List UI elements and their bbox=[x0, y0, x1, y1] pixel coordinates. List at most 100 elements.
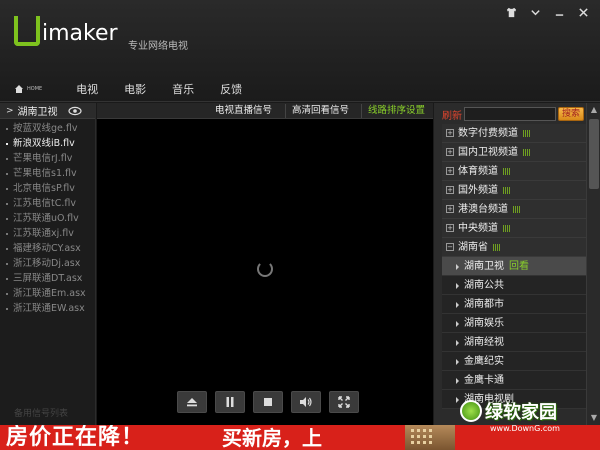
volume-button[interactable] bbox=[291, 391, 321, 413]
menu-button[interactable] bbox=[524, 4, 546, 20]
chevron-down-icon bbox=[530, 9, 540, 15]
bullet-icon bbox=[6, 172, 8, 175]
expand-icon[interactable]: + bbox=[446, 205, 454, 213]
watermark-brand: 绿软家园 bbox=[485, 402, 557, 423]
source-file-list: 按蓝双线ge.flv 新浪双线iB.flv 芒果电信rJ.flv 芒果电信s1.flv… bbox=[0, 119, 95, 316]
channel-panel: 刷新 搜索 + 数字付费频道 + 国内卫视频道 + 体育频道 + 国外频道 + 港澳台频道 + 中央频… bbox=[434, 103, 600, 425]
signal-bars-icon bbox=[523, 129, 530, 137]
channel-category[interactable]: + 港澳台频道 bbox=[442, 200, 586, 219]
channel-label: 湖南都市 bbox=[464, 299, 504, 310]
expand-icon[interactable]: + bbox=[446, 129, 454, 137]
channel-label: 湖南卫视 bbox=[464, 261, 504, 272]
category-label: 体育频道 bbox=[458, 165, 498, 177]
channel-item[interactable]: 湖南都市 bbox=[442, 295, 586, 314]
source-file-item[interactable]: 浙江联通Em.asx bbox=[0, 286, 95, 301]
channel-category[interactable]: + 中央频道 bbox=[442, 219, 586, 238]
video-player[interactable]: 电视直播信号 高清回看信号 线路排序设置 bbox=[97, 103, 433, 425]
nav-home[interactable]: HOME bbox=[14, 84, 42, 94]
scroll-thumb[interactable] bbox=[589, 119, 599, 189]
channel-label: 湖南经视 bbox=[464, 337, 504, 348]
source-file-item[interactable]: 江苏联通uO.flv bbox=[0, 211, 95, 226]
pause-icon bbox=[226, 397, 234, 407]
channel-category[interactable]: + 体育频道 bbox=[442, 162, 586, 181]
expand-icon[interactable]: + bbox=[446, 167, 454, 175]
channel-item[interactable]: 金鹰卡通 bbox=[442, 371, 586, 390]
collapse-icon[interactable]: − bbox=[446, 243, 454, 251]
fullscreen-button[interactable] bbox=[329, 391, 359, 413]
nav-feedback[interactable]: 反馈 bbox=[220, 81, 242, 97]
channel-scrollbar[interactable]: ▲ ▼ bbox=[586, 103, 600, 425]
channel-search-input[interactable] bbox=[464, 107, 556, 121]
collapse-arrow-icon[interactable]: > bbox=[6, 106, 14, 116]
app-header: imaker 专业网络电视 HOME 电视 电影 音乐 反馈 bbox=[0, 0, 600, 102]
app-logo: imaker bbox=[14, 16, 118, 46]
pause-button[interactable] bbox=[215, 391, 245, 413]
channel-category[interactable]: + 国外频道 bbox=[442, 181, 586, 200]
ad-building-image bbox=[405, 425, 455, 450]
eye-icon[interactable] bbox=[67, 106, 82, 116]
source-file-label: 江苏联通uO.flv bbox=[13, 213, 79, 224]
tab-hd-playback-signal[interactable]: 高清回看信号 bbox=[285, 104, 355, 118]
window-controls bbox=[500, 4, 594, 20]
refresh-button[interactable]: 刷新 bbox=[442, 107, 464, 122]
channel-item[interactable]: 湖南公共 bbox=[442, 276, 586, 295]
source-file-item[interactable]: 按蓝双线ge.flv bbox=[0, 121, 95, 136]
channel-item[interactable]: 金鹰纪实 bbox=[442, 352, 586, 371]
volume-icon bbox=[300, 397, 312, 407]
source-file-item[interactable]: 江苏联通xj.flv bbox=[0, 226, 95, 241]
expand-icon[interactable]: + bbox=[446, 186, 454, 194]
close-button[interactable] bbox=[572, 4, 594, 20]
app-slogan: 专业网络电视 bbox=[128, 41, 188, 52]
source-file-item[interactable]: 芒果电信rJ.flv bbox=[0, 151, 95, 166]
bullet-icon bbox=[6, 262, 8, 265]
skin-button[interactable] bbox=[500, 4, 522, 20]
logo-text: imaker bbox=[42, 21, 118, 46]
source-file-item[interactable]: 三屏联通DT.asx bbox=[0, 271, 95, 286]
stop-button[interactable] bbox=[253, 391, 283, 413]
shirt-icon bbox=[506, 7, 516, 17]
watermark: 绿软家园 www.DownG.com bbox=[460, 398, 560, 433]
main-nav: HOME 电视 电影 音乐 反馈 bbox=[0, 78, 242, 100]
nav-tv[interactable]: 电视 bbox=[76, 81, 98, 97]
source-file-item[interactable]: 江苏电信tC.flv bbox=[0, 196, 95, 211]
source-file-item[interactable]: 浙江移动Dj.asx bbox=[0, 256, 95, 271]
source-file-item[interactable]: 浙江联通EW.asx bbox=[0, 301, 95, 316]
source-list-panel: > 湖南卫视 按蓝双线ge.flv 新浪双线iB.flv 芒果电信rJ.flv 芒果电… bbox=[0, 103, 96, 425]
expand-icon[interactable]: + bbox=[446, 224, 454, 232]
bullet-icon bbox=[6, 307, 8, 310]
channel-item[interactable]: 湖南卫视 回看 bbox=[442, 257, 586, 276]
expand-icon[interactable]: + bbox=[446, 148, 454, 156]
source-file-item[interactable]: 新浪双线iB.flv bbox=[0, 136, 95, 151]
channel-item[interactable]: 湖南经视 bbox=[442, 333, 586, 352]
channel-label: 金鹰卡通 bbox=[464, 375, 504, 386]
bullet-icon bbox=[6, 142, 8, 145]
ad-headline: 房价正在降！ bbox=[6, 425, 145, 450]
channel-category[interactable]: + 数字付费频道 bbox=[442, 124, 586, 143]
fullscreen-icon bbox=[338, 396, 350, 408]
search-button[interactable]: 搜索 bbox=[558, 107, 584, 121]
scroll-down-icon[interactable]: ▼ bbox=[589, 413, 599, 423]
eject-button[interactable] bbox=[177, 391, 207, 413]
nav-movie[interactable]: 电影 bbox=[124, 81, 146, 97]
tab-route-sort-settings[interactable]: 线路排序设置 bbox=[361, 104, 431, 118]
nav-music[interactable]: 音乐 bbox=[172, 81, 194, 97]
source-file-label: 浙江联通EW.asx bbox=[13, 303, 85, 314]
channel-category[interactable]: − 湖南省 bbox=[442, 238, 586, 257]
ad-subline: 买新房，上 bbox=[222, 426, 322, 450]
source-file-label: 福建移动CY.asx bbox=[13, 243, 81, 254]
tab-live-signal[interactable]: 电视直播信号 bbox=[209, 104, 278, 118]
source-file-label: 芒果电信rJ.flv bbox=[13, 153, 73, 164]
player-controls bbox=[177, 391, 359, 413]
playback-link[interactable]: 回看 bbox=[509, 261, 529, 272]
channel-category[interactable]: + 国内卫视频道 bbox=[442, 143, 586, 162]
source-file-item[interactable]: 芒果电信s1.flv bbox=[0, 166, 95, 181]
channel-item[interactable]: 湖南娱乐 bbox=[442, 314, 586, 333]
source-file-item[interactable]: 北京电信sP.flv bbox=[0, 181, 95, 196]
channel-label: 湖南娱乐 bbox=[464, 318, 504, 329]
source-file-item[interactable]: 福建移动CY.asx bbox=[0, 241, 95, 256]
nav-home-label: HOME bbox=[27, 86, 43, 92]
category-label: 港澳台频道 bbox=[458, 203, 508, 215]
minimize-button[interactable] bbox=[548, 4, 570, 20]
scroll-up-icon[interactable]: ▲ bbox=[589, 105, 599, 115]
source-file-label: 北京电信sP.flv bbox=[13, 183, 75, 194]
